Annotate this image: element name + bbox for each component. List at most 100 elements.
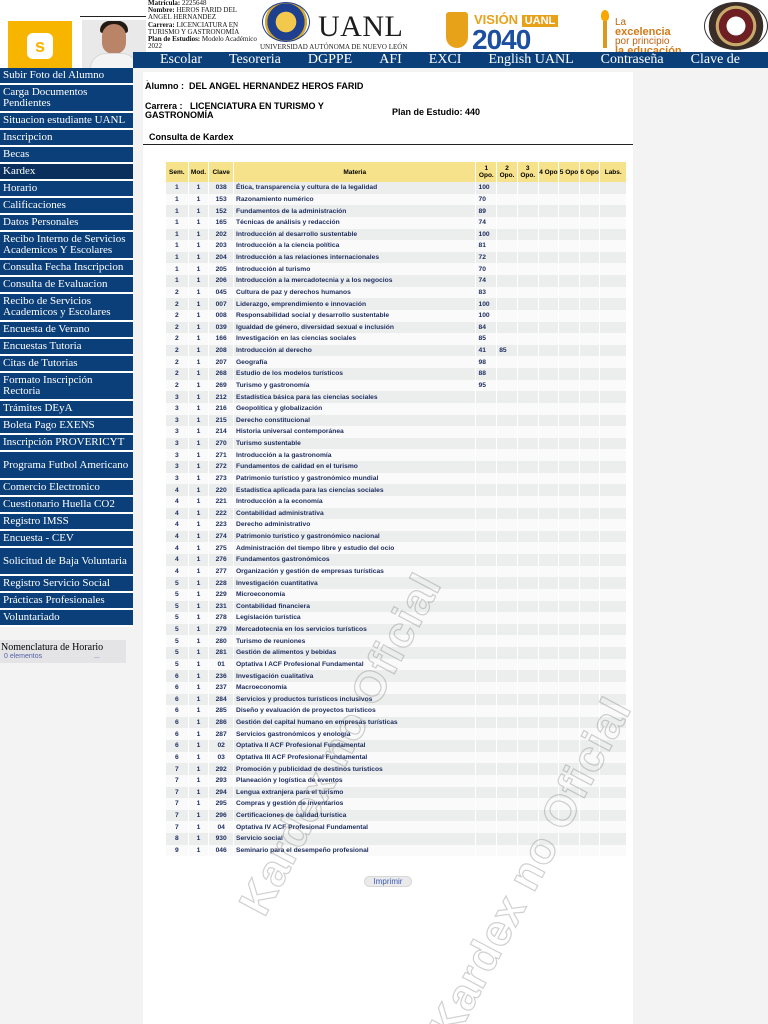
sidebar-item-formato-inscripcion-rectoria[interactable]: Formato Inscripción Rectoria	[0, 373, 133, 401]
opo3-cell	[517, 228, 538, 241]
sidebar-item-kardex[interactable]: Kardex	[0, 164, 133, 181]
table-row: 9 1 046 Seminario para el desempeño profesi…	[166, 844, 626, 857]
nav-item-dgppe[interactable]: DGPPE	[281, 52, 352, 68]
labs-cell	[600, 716, 626, 729]
opo2-cell	[497, 437, 517, 450]
nav-item-clave-de[interactable]: Clave de	[664, 52, 740, 68]
opo5-cell	[559, 728, 579, 740]
opo4-cell	[538, 658, 559, 671]
table-body: 1 1 038 Ética, transparencia y cultura de l…	[166, 182, 626, 857]
materia-cell: Servicios y productos turísticos inclusi…	[233, 693, 476, 706]
sidebar-item-boleta-pago-exens[interactable]: Boleta Pago EXENS	[0, 418, 133, 435]
sidebar-item-label: Formato Inscripción Rectoria	[3, 374, 93, 397]
opo6-cell	[579, 414, 600, 427]
opo5-cell	[559, 368, 579, 380]
clave-cell: 228	[209, 577, 233, 589]
opo6-cell	[579, 507, 600, 520]
opo3-cell	[517, 356, 538, 368]
app-logo-icon[interactable]: s	[8, 21, 72, 68]
clave-cell: 203	[209, 240, 233, 252]
sidebar-item-solicitud-de-baja-voluntaria[interactable]: Solicitud de Baja Voluntaria	[0, 548, 133, 576]
mod-cell: 1	[188, 286, 209, 299]
sem-cell: 3	[166, 472, 188, 485]
labs-cell	[600, 693, 626, 706]
sidebar-item-consulta-de-evaluacion[interactable]: Consulta de Evaluacion	[0, 277, 133, 294]
table-row: 3 1 271 Introducción a la gastronomía	[166, 449, 626, 461]
opo4-cell	[538, 495, 559, 508]
mod-cell: 1	[188, 554, 209, 566]
sidebar-item-carga-documentos-pendientes[interactable]: Carga Documentos Pendientes	[0, 85, 133, 113]
opo4-cell	[538, 216, 559, 229]
column-header: Clave	[209, 162, 233, 182]
sidebar-item-horario[interactable]: Horario	[0, 181, 133, 198]
sidebar-item-recibo-de-servicios-academicos-y-escolares[interactable]: Recibo de Servicios Academicos y Escolar…	[0, 294, 133, 322]
opo4-cell	[538, 740, 559, 752]
plan-value: 440	[465, 107, 481, 117]
nav-item-tesoreria[interactable]: Tesoreria	[202, 52, 281, 68]
materia-cell: Investigación cualitativa	[233, 670, 476, 682]
sidebar-item-cuestionario-huella-co2[interactable]: Cuestionario Huella CO2	[0, 497, 133, 514]
labs-cell	[600, 588, 626, 601]
sidebar-item-recibo-interno-de-servicios-academicos-y-escolares[interactable]: Recibo Interno de Servicios Academicos Y…	[0, 232, 133, 260]
nomenclatura-more[interactable]: ...	[94, 653, 100, 660]
materia-cell: Introducción al desarrollo sustentable	[233, 228, 476, 241]
table-row: 7 1 292 Promoción y publicidad de destinos …	[166, 763, 626, 775]
sidebar-item-registro-servicio-social[interactable]: Registro Servicio Social	[0, 576, 133, 593]
materia-cell: Turismo sustentable	[233, 437, 476, 450]
clave-cell: 278	[209, 612, 233, 624]
sidebar-item-voluntariado[interactable]: Voluntariado	[0, 610, 133, 627]
sem-cell: 5	[166, 612, 188, 624]
sidebar-item-calificaciones[interactable]: Calificaciones	[0, 198, 133, 215]
sidebar-item-becas[interactable]: Becas	[0, 147, 133, 164]
materia-cell: Servicio social	[233, 833, 476, 845]
sem-cell: 7	[166, 821, 188, 833]
clave-cell: 276	[209, 554, 233, 566]
sem-cell: 1	[166, 228, 188, 241]
sidebar-item-citas-de-tutorias[interactable]: Citas de Tutorias	[0, 356, 133, 373]
student-info: Matrícula: 2225648 Nombre: HEROS FARID DE…	[148, 0, 258, 50]
opo4-cell	[538, 600, 559, 613]
opo2-cell	[497, 647, 517, 659]
nav-item-english-uanl[interactable]: English UANL	[461, 52, 573, 68]
nav-item-exci[interactable]: EXCI	[402, 52, 462, 68]
sidebar-item-subir-foto-del-alumno[interactable]: Subir Foto del Alumno	[0, 68, 133, 85]
mod-cell: 1	[188, 519, 209, 531]
mod-cell: 1	[188, 542, 209, 554]
nav-item-afi[interactable]: AFI	[352, 52, 402, 68]
opo4-cell	[538, 298, 559, 310]
sidebar-item-encuesta-de-verano[interactable]: Encuesta de Verano	[0, 322, 133, 339]
opo6-cell	[579, 333, 600, 345]
sidebar-item-inscripcion[interactable]: Inscripcion	[0, 130, 133, 147]
sidebar-item-comercio-electronico[interactable]: Comercio Electronico	[0, 480, 133, 497]
opo4-cell	[538, 379, 559, 392]
sem-cell: 8	[166, 833, 188, 845]
print-button[interactable]: Imprimir	[364, 876, 412, 887]
sidebar-item-tramites-deya[interactable]: Trámites DEyA	[0, 401, 133, 418]
sidebar-item-inscripcion-provericyt[interactable]: Inscripción PROVERICYT	[0, 435, 133, 452]
opo2-cell	[497, 670, 517, 682]
sidebar-item-situacion-estudiante-uanl[interactable]: Situacion estudiante UANL	[0, 113, 133, 130]
clave-cell: 279	[209, 623, 233, 636]
clave-cell: 286	[209, 716, 233, 729]
sidebar-item-encuesta-cev[interactable]: Encuesta - CEV	[0, 531, 133, 548]
sidebar-item-label: Trámites DEyA	[3, 402, 73, 414]
nav-item-contrase-a[interactable]: Contraseña	[574, 52, 664, 68]
opo5-cell	[559, 635, 579, 647]
column-header: 3 Opo.	[517, 162, 538, 182]
opo3-cell	[517, 437, 538, 450]
nav-item-escolar[interactable]: Escolar	[133, 52, 202, 68]
sidebar-item-consulta-fecha-inscripcion[interactable]: Consulta Fecha Inscripcion	[0, 260, 133, 277]
labs-cell	[600, 193, 626, 206]
sidebar-item-programa-futbol-americano[interactable]: Programa Futbol Americano	[0, 452, 133, 480]
sidebar-item-encuestas-tutoria[interactable]: Encuestas Tutoria	[0, 339, 133, 356]
mod-cell: 1	[188, 833, 209, 845]
sidebar-item-practicas-profesionales[interactable]: Prácticas Profesionales	[0, 593, 133, 610]
table-row: 5 1 228 Investigación cuantitativa	[166, 577, 626, 589]
sem-cell: 2	[166, 344, 188, 357]
sidebar-item-registro-imss[interactable]: Registro IMSS	[0, 514, 133, 531]
table-row: 6 1 03 Optativa III ACF Profesional Fundame…	[166, 751, 626, 764]
materia-cell: Patrimonio turístico y gastronómico mund…	[233, 472, 476, 485]
sidebar-item-datos-personales[interactable]: Datos Personales	[0, 215, 133, 232]
clave-cell: 229	[209, 588, 233, 601]
clave-cell: 165	[209, 216, 233, 229]
